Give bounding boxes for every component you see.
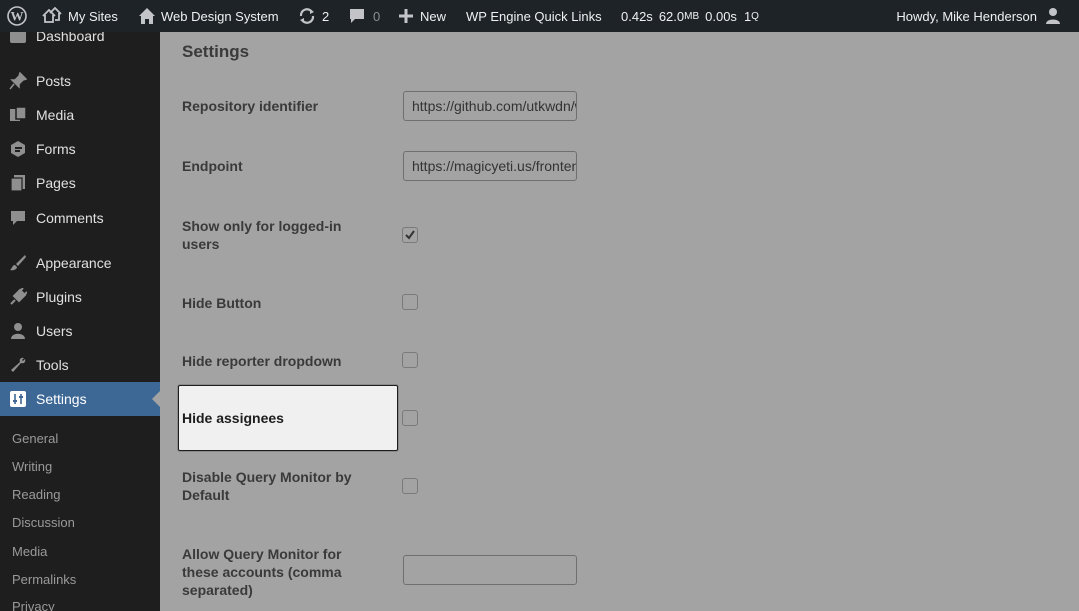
menu-label-comments: Comments [36,210,104,226]
admin-bar: W My Sites Web Design System 2 0 New WP … [0,0,1079,32]
query-monitor-menu[interactable]: 0.42s 62.0 MB 0.00s 1Q [621,0,759,32]
wordpress-logo-icon: W [7,6,27,26]
endpoint-label: Endpoint [182,158,243,174]
submenu-media[interactable]: Media [12,544,47,559]
comments-menu[interactable]: 0 [347,0,380,32]
qm-queries-unit: Q [751,10,759,22]
settings-heading: Settings [182,42,250,61]
admin-menu: Dashboard Posts Media Forms Pages Commen… [0,32,160,611]
brush-icon [8,253,28,273]
submenu-general[interactable]: General [12,431,58,446]
my-sites-icon [42,6,62,26]
qm-db-time: 0.00s [705,8,737,24]
hide-assignees-checkbox[interactable] [402,410,418,426]
wp-logo-menu[interactable]: W [7,0,27,32]
logged-in-label: Show only for logged-in users [182,218,342,252]
submenu-permalinks[interactable]: Permalinks [12,572,76,587]
menu-label-tools: Tools [36,357,69,373]
wp-engine-quick-links[interactable]: WP Engine Quick Links [466,0,602,32]
comments-count: 0 [373,8,381,24]
new-label: New [420,8,447,24]
media-icon [8,105,28,125]
qm-memory: 62.0 [658,8,685,24]
my-account-menu[interactable]: Howdy, Mike Henderson [896,0,1079,32]
quick-links-label: WP Engine Quick Links [466,8,602,24]
svg-text:W: W [11,9,24,24]
qm-memory-unit: MB [684,10,700,22]
allow-qm-label: Allow Query Monitor for these accounts (… [182,546,342,598]
user-icon [8,321,28,341]
updates-icon [297,6,317,26]
menu-item-users[interactable]: Users [0,314,160,348]
menu-label-media: Media [36,107,75,123]
menu-label-users: Users [36,323,73,339]
menu-item-comments[interactable]: Comments [0,201,160,235]
menu-item-forms[interactable]: Forms [0,132,160,166]
qm-time: 0.42s [621,8,653,24]
hide-reporter-label: Hide reporter dropdown [182,353,342,369]
repository-input[interactable]: https://github.com/utkwdn/wds [403,91,577,121]
plug-icon [8,287,28,307]
howdy-label: Howdy, Mike Henderson [896,8,1037,24]
pin-icon [8,71,28,91]
my-sites-menu[interactable]: My Sites [42,0,118,32]
hide-button-label: Hide Button [182,295,262,311]
menu-item-tools[interactable]: Tools [0,348,160,382]
updates-count: 2 [322,8,330,24]
menu-label-dashboard: Dashboard [36,32,105,44]
comment-icon [8,208,28,228]
submenu-reading[interactable]: Reading [12,487,60,502]
site-name-menu[interactable]: Web Design System [137,0,279,32]
disable-qm-checkbox[interactable] [402,478,418,494]
endpoint-input[interactable]: https://magicyeti.us/frontend [403,151,577,181]
my-sites-label: My Sites [68,8,118,24]
avatar-icon [1043,6,1063,26]
allow-qm-input[interactable] [403,555,577,585]
settings-content: Settings Repository identifier https://g… [160,32,1079,611]
hide-reporter-checkbox[interactable] [402,352,418,368]
dashboard-icon [8,32,28,46]
hide-assignees-label: Hide assignees [182,410,284,426]
forms-icon [8,139,28,159]
menu-label-posts: Posts [36,73,72,89]
new-content-menu[interactable]: New [396,0,446,32]
site-name-label: Web Design System [161,8,279,24]
repository-label: Repository identifier [182,98,319,114]
menu-label-appearance: Appearance [36,255,112,271]
menu-label-plugins: Plugins [36,289,82,305]
menu-label-pages: Pages [36,175,76,191]
hide-button-checkbox[interactable] [402,294,418,310]
checkmark-icon [405,230,415,240]
menu-item-settings[interactable]: Settings [0,382,160,416]
disable-qm-label: Disable Query Monitor by Default [182,469,352,503]
menu-item-dashboard[interactable]: Dashboard [0,32,160,53]
submenu-writing[interactable]: Writing [12,459,52,474]
pages-icon [8,173,28,193]
logged-in-checkbox[interactable] [402,227,418,243]
submenu-privacy[interactable]: Privacy [12,599,55,611]
menu-label-settings: Settings [36,391,87,407]
wrench-icon [8,355,28,375]
menu-item-pages[interactable]: Pages [0,166,160,200]
submenu-discussion[interactable]: Discussion [12,515,75,530]
menu-item-appearance[interactable]: Appearance [0,246,160,280]
qm-queries: 1 [743,8,752,24]
comment-bubble-icon [347,6,367,26]
plus-icon [396,6,416,26]
updates-menu[interactable]: 2 [297,0,329,32]
menu-item-media[interactable]: Media [0,98,160,132]
menu-item-posts[interactable]: Posts [0,64,160,98]
home-icon [137,6,157,26]
sliders-icon [8,389,28,409]
menu-label-forms: Forms [36,141,76,157]
menu-item-plugins[interactable]: Plugins [0,280,160,314]
